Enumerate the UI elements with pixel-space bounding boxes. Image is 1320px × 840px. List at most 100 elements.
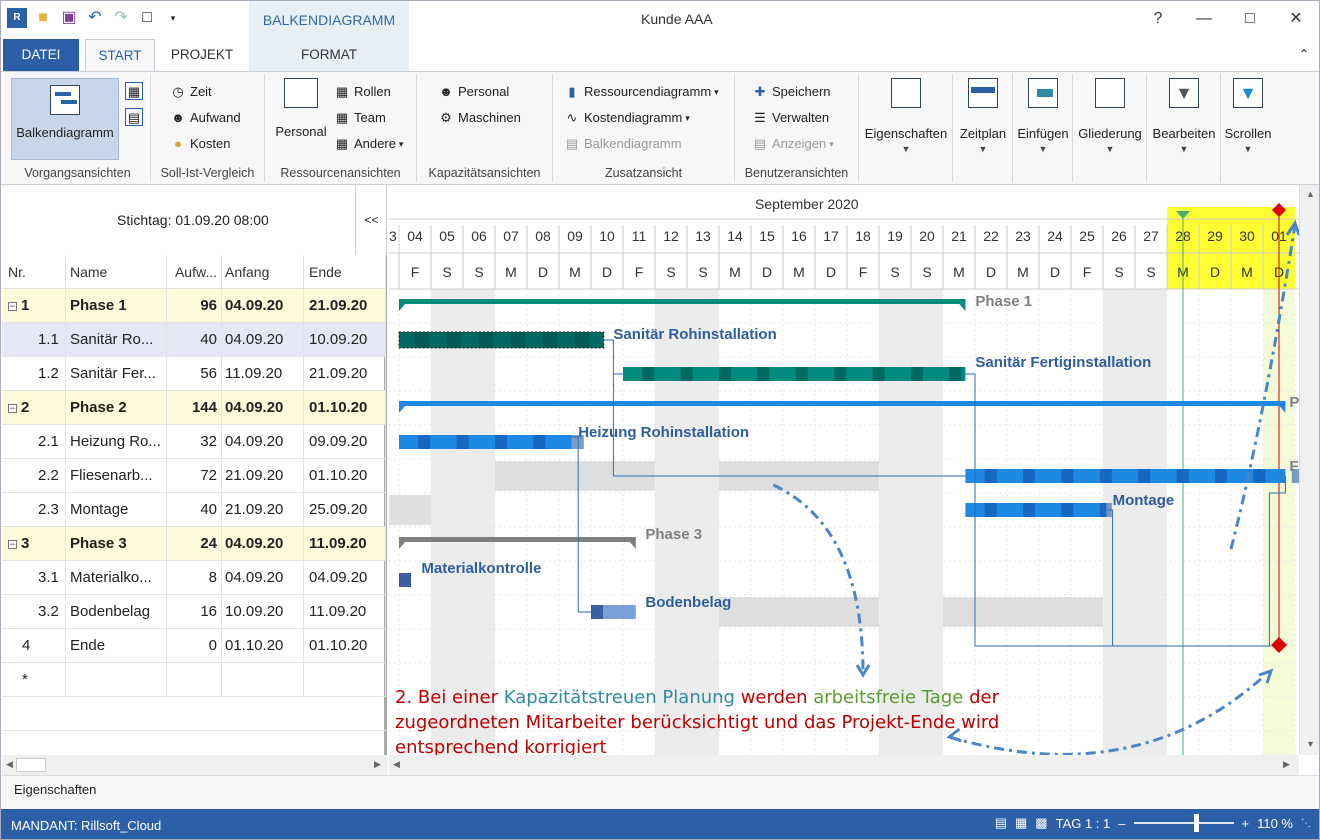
einfuegen-button[interactable]: Einfügen ▼ <box>1015 78 1071 154</box>
row-nr-text: 1.1 <box>38 331 59 348</box>
sanitaer-roh-bar[interactable] <box>398 331 605 349</box>
group-gliederung: Gliederung ▼ <box>1073 74 1147 182</box>
properties-panel[interactable]: Eigenschaften <box>2 775 1319 809</box>
people-icon: ☻ <box>439 84 453 99</box>
rollen-button[interactable]: ▦ Rollen <box>333 80 391 104</box>
bodenbelag-label: Bodenbelag <box>645 594 731 611</box>
phase3-summary-bar[interactable] <box>399 537 636 542</box>
zoom-slider[interactable] <box>1133 814 1234 832</box>
close-icon[interactable]: ✕ <box>1273 1 1319 37</box>
weekday-label: M <box>1241 264 1253 280</box>
eigenschaften-button[interactable]: Eigenschaften ▼ <box>863 78 949 154</box>
view-scale-icon[interactable]: ▩ <box>1035 815 1047 831</box>
zeit-button[interactable]: ◷ Zeit <box>169 80 211 104</box>
scroll-right-icon[interactable]: ▶ <box>374 759 381 770</box>
balkendiagramm-view-button[interactable]: Balkendiagramm <box>11 78 119 160</box>
scrollen-button[interactable]: ▼ Scrollen ▼ <box>1223 78 1273 154</box>
kosten-button[interactable]: ● Kosten <box>169 132 230 156</box>
kap-personal-button[interactable]: ☻ Personal <box>437 80 509 104</box>
phase2-summary-bar[interactable] <box>399 401 1286 406</box>
table-row[interactable]: 1.1 Sanitär Ro... 40 04.09.20 10.09.20 <box>2 323 386 357</box>
scroll-down-icon[interactable]: ▼ <box>1306 739 1315 749</box>
day-label: 04 <box>407 228 423 244</box>
scroll-right-icon[interactable]: ▶ <box>1283 759 1290 770</box>
zeitplan-button[interactable]: Zeitplan ▼ <box>955 78 1011 154</box>
bearbeiten-button[interactable]: ▼ Bearbeiten ▼ <box>1149 78 1219 154</box>
gantt-horizontal-scrollbar[interactable]: ◀ ▶ <box>389 755 1299 775</box>
table-row[interactable]: −3 Phase 3 24 04.09.20 11.09.20 <box>2 527 386 561</box>
save-icon[interactable]: ▣ <box>59 8 79 28</box>
maschinen-button[interactable]: ⚙ Maschinen <box>437 106 521 130</box>
row-nr: 2.1 <box>2 425 66 459</box>
table-row[interactable]: 3.1 Materialko... 8 04.09.20 04.09.20 <box>2 561 386 595</box>
maximize-icon[interactable]: □ <box>1227 1 1273 37</box>
grid-horizontal-scrollbar[interactable]: ◀ ▶ <box>2 755 388 775</box>
verwalten-button[interactable]: ☰ Verwalten <box>751 106 829 130</box>
day-label: 30 <box>1239 228 1255 244</box>
expand-toggle-icon[interactable]: − <box>8 403 17 413</box>
weekend-column <box>911 289 943 755</box>
expand-toggle-icon[interactable]: − <box>8 301 17 311</box>
column-header-ende[interactable]: Ende <box>304 255 386 289</box>
speichern-button[interactable]: ✚ Speichern <box>751 80 831 104</box>
scroll-left-icon[interactable]: ◀ <box>393 759 400 770</box>
table-row[interactable]: 1.2 Sanitär Fer... 56 11.09.20 21.09.20 <box>2 357 386 391</box>
ressourcendiagramm-button[interactable]: ▮ Ressourcendiagramm ▾ <box>563 80 718 104</box>
tab-projekt[interactable]: PROJEKT <box>161 39 243 71</box>
zoom-in-icon[interactable]: + <box>1242 816 1250 831</box>
team-button[interactable]: ▦ Team <box>333 106 386 130</box>
weekday-label: S <box>1146 264 1155 280</box>
table-row[interactable]: −2 Phase 2 144 04.09.20 01.10.20 <box>2 391 386 425</box>
column-header-aufw[interactable]: Aufw... <box>167 255 222 289</box>
table-row[interactable]: 3.2 Bodenbelag 16 10.09.20 11.09.20 <box>2 595 386 629</box>
andere-button[interactable]: ▦ Andere ▾ <box>333 132 404 156</box>
minimize-icon[interactable]: — <box>1181 1 1227 37</box>
gliederung-button[interactable]: Gliederung ▼ <box>1075 78 1145 154</box>
tab-start[interactable]: START <box>85 39 155 72</box>
row-aufw: 8 <box>167 561 222 595</box>
scroll-thumb[interactable] <box>16 758 46 772</box>
weekday-label: F <box>411 264 420 280</box>
scroll-up-icon[interactable]: ▲ <box>1306 189 1315 199</box>
personal-view-button[interactable]: Personal <box>273 78 329 139</box>
tab-format[interactable]: FORMAT <box>249 39 409 71</box>
fliesen-bar[interactable] <box>965 469 1286 483</box>
open-folder-icon[interactable]: ■ <box>33 8 53 28</box>
dropdown-icon[interactable]: ▾ <box>163 8 183 28</box>
zusatz-balkendiagramm-button: ▤ Balkendiagramm <box>563 132 682 156</box>
column-header-anfang[interactable]: Anfang <box>222 255 304 289</box>
row-nr: 3.1 <box>2 561 66 595</box>
aufwand-button[interactable]: ☻ Aufwand <box>169 106 240 130</box>
table-row[interactable]: 2.2 Fliesenarb... 72 21.09.20 01.10.20 <box>2 459 386 493</box>
row-aufw: 40 <box>167 493 222 527</box>
undo-icon[interactable]: ↶ <box>85 8 105 28</box>
redo-icon[interactable]: ↷ <box>111 8 131 28</box>
table-row[interactable]: 4 Ende 0 01.10.20 01.10.20 <box>2 629 386 663</box>
zoom-out-icon[interactable]: – <box>1118 816 1125 831</box>
column-header-name[interactable]: Name <box>66 255 167 289</box>
table-row[interactable]: 2.1 Heizung Ro... 32 04.09.20 09.09.20 <box>2 425 386 459</box>
view-grid-icon[interactable]: ▦ <box>1015 815 1027 831</box>
tab-datei[interactable]: DATEI <box>3 39 79 71</box>
help-icon[interactable]: ? <box>1135 1 1181 37</box>
view-normal-icon[interactable]: ▤ <box>995 815 1007 831</box>
phase1-summary-bar[interactable] <box>399 299 966 304</box>
app-logo-icon[interactable]: R <box>7 8 27 28</box>
kostendiagramm-button[interactable]: ∿ Kostendiagramm ▾ <box>563 106 690 130</box>
materialkontrolle-bar[interactable] <box>399 573 411 587</box>
list-view-icon[interactable]: ▤ <box>125 108 143 126</box>
table-row[interactable]: 2.3 Montage 40 21.09.20 25.09.20 <box>2 493 386 527</box>
ribbon-tabs: DATEI START PROJEKT FORMAT ⌃ <box>1 39 1319 72</box>
column-header-nr[interactable]: Nr. <box>2 255 66 289</box>
zoom-thumb[interactable] <box>1193 814 1199 832</box>
collapse-ribbon-icon[interactable]: ⌃ <box>1299 47 1309 61</box>
collapse-grid-button[interactable]: << <box>355 185 387 255</box>
table-row[interactable]: * <box>2 663 386 697</box>
scroll-left-icon[interactable]: ◀ <box>6 759 13 770</box>
expand-toggle-icon[interactable]: − <box>8 539 17 549</box>
table-view-icon[interactable]: ▦ <box>125 82 143 100</box>
table-row[interactable]: −1 Phase 1 96 04.09.20 21.09.20 <box>2 289 386 323</box>
vertical-scrollbar[interactable]: ▲ ▼ <box>1299 185 1319 755</box>
window-icon[interactable]: □ <box>137 8 157 28</box>
day-label: 13 <box>695 228 711 244</box>
